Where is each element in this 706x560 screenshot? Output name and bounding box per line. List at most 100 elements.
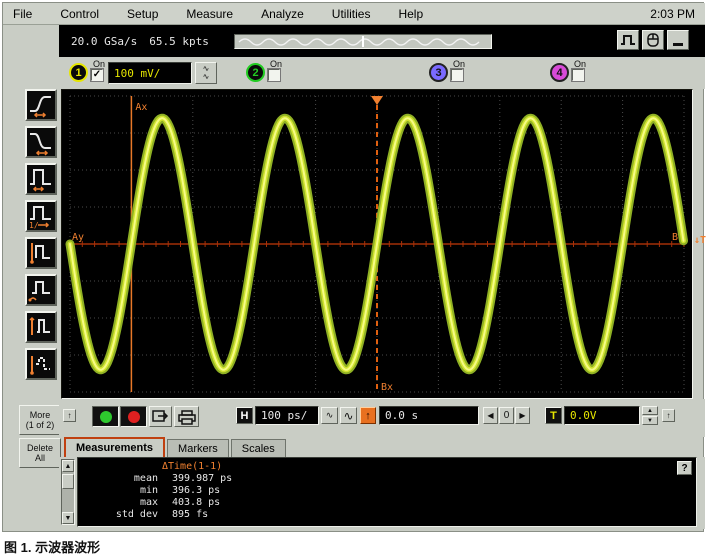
memory-preview-bar[interactable]	[234, 34, 492, 49]
printer-icon	[177, 409, 197, 425]
nudge-zero-button[interactable]: 0	[499, 407, 514, 424]
channel-3-button[interactable]: 3	[429, 63, 448, 82]
stat-value: 396.3 ps	[172, 485, 232, 496]
stat-value: 403.8 ps	[172, 497, 232, 508]
channel-4-on-label: On	[574, 60, 586, 69]
channel-3-group: 3 On	[429, 60, 465, 82]
minimize-button[interactable]	[667, 30, 689, 50]
time-at-edge-icon	[27, 313, 55, 341]
delta-time-icon	[27, 350, 55, 378]
screen-copy-button[interactable]	[149, 406, 172, 427]
tab-markers[interactable]: Markers	[167, 439, 229, 457]
channel-2-button[interactable]: 2	[246, 63, 265, 82]
svg-text:1/: 1/	[29, 221, 39, 230]
collapse-left-button[interactable]: ↑	[63, 409, 76, 422]
level-up-button[interactable]: ▲	[642, 406, 658, 415]
zoom-out-wave-button[interactable]: ∿	[321, 407, 338, 424]
nudge-left-button[interactable]: ◀	[483, 407, 498, 424]
stop-button[interactable]	[120, 406, 147, 427]
mouse-pointer-button[interactable]	[642, 30, 664, 50]
sample-rate: 20.0 GSa/s	[71, 35, 137, 48]
menu-help[interactable]: Help	[398, 7, 423, 21]
menu-control[interactable]: Control	[60, 7, 99, 21]
trigger-position-button[interactable]: ↑	[360, 407, 376, 424]
stat-label: std dev	[78, 509, 158, 520]
period-button[interactable]	[25, 237, 57, 269]
svg-text:Bx: Bx	[381, 382, 393, 393]
help-button[interactable]: ?	[677, 461, 692, 475]
run-icon	[100, 411, 112, 423]
more-button-label: More	[30, 410, 51, 420]
menu-measure[interactable]: Measure	[186, 7, 233, 21]
channel-3-on-label: On	[453, 60, 465, 69]
channel-1-coupling-button[interactable]: ∿∿	[195, 62, 217, 84]
trigger-level-indicator[interactable]: ↓T	[694, 235, 706, 246]
collapse-right-button[interactable]: ↑	[662, 409, 675, 422]
measurements-panel: ▲ ▼ ΔTime(1-1) mean 399.987 ps min 396.3…	[59, 457, 705, 529]
delay-icon	[27, 276, 55, 304]
delta-time-button[interactable]	[25, 348, 57, 380]
clock: 2:03 PM	[650, 7, 695, 21]
menu-file[interactable]: File	[13, 7, 32, 21]
time-at-edge-button[interactable]	[25, 311, 57, 343]
menu-bar: File Control Setup Measure Analyze Utili…	[3, 3, 705, 25]
horizontal-button[interactable]: H	[236, 407, 253, 424]
pulse-mode-button[interactable]	[617, 30, 639, 50]
delete-all-label-1: Delete	[27, 443, 53, 453]
page: File Control Setup Measure Analyze Utili…	[0, 0, 706, 560]
print-button[interactable]	[174, 406, 199, 427]
run-button[interactable]	[92, 406, 119, 427]
scroll-thumb[interactable]	[62, 474, 74, 489]
timebase-field[interactable]: 100 ps/	[255, 406, 319, 425]
waveform-display[interactable]: AxAyBxB	[61, 89, 693, 399]
scroll-down-button[interactable]: ▼	[62, 512, 74, 524]
channel-4-button[interactable]: 4	[550, 63, 569, 82]
fall-time-button[interactable]	[25, 126, 57, 158]
channel-1-scale-field[interactable]: 100 mV/	[108, 62, 192, 84]
measurement-name: ΔTime(1-1)	[162, 461, 222, 472]
channel-1-button[interactable]: 1	[69, 63, 88, 82]
menu-analyze[interactable]: Analyze	[261, 7, 304, 21]
fall-time-icon	[27, 128, 55, 156]
delete-all-button[interactable]: Delete All	[19, 438, 61, 468]
pulse-width-icon	[27, 165, 55, 193]
level-down-button[interactable]: ▼	[642, 416, 658, 425]
menu-setup[interactable]: Setup	[127, 7, 158, 21]
menu-utilities[interactable]: Utilities	[332, 7, 371, 21]
tab-row: Measurements Markers Scales	[59, 437, 705, 457]
stat-value: 399.987 ps	[172, 473, 232, 484]
measurements-readout: ΔTime(1-1) mean 399.987 ps min 396.3 ps …	[77, 457, 697, 527]
svg-text:Ay: Ay	[72, 232, 84, 243]
tab-scales[interactable]: Scales	[231, 439, 286, 457]
memory-depth: 65.5 kpts	[149, 35, 209, 48]
channel-3-on-checkbox[interactable]	[451, 69, 463, 81]
rise-time-button[interactable]	[25, 89, 57, 121]
pulse-width-button[interactable]	[25, 163, 57, 195]
mouse-icon	[646, 32, 660, 48]
delay-button[interactable]	[25, 274, 57, 306]
trigger-level-field[interactable]: 0.0V	[564, 406, 640, 425]
measurements-scrollbar[interactable]: ▲ ▼	[61, 459, 75, 525]
more-button[interactable]: More (1 of 2)	[19, 405, 61, 435]
delete-all-label-2: All	[35, 453, 45, 463]
tab-measurements[interactable]: Measurements	[64, 437, 165, 457]
minimize-icon	[673, 43, 683, 46]
nudge-right-button[interactable]: ▶	[515, 407, 530, 424]
channel-bar: 1 On 100 mV/ ∿∿ 2 On 3 On	[59, 57, 705, 89]
memory-waveform-icon	[235, 35, 491, 48]
svg-text:B: B	[672, 232, 678, 243]
zoom-in-wave-button[interactable]: ∿	[340, 407, 357, 424]
scroll-up-button[interactable]: ▲	[62, 460, 74, 472]
channel-1-on-checkbox[interactable]	[91, 69, 103, 81]
stat-value: 895 fs	[172, 509, 232, 520]
status-bar: 20.0 GSa/s 65.5 kpts	[59, 25, 705, 57]
more-button-page: (1 of 2)	[26, 420, 55, 430]
channel-2-on-checkbox[interactable]	[268, 69, 280, 81]
trigger-button[interactable]: T	[545, 407, 562, 424]
channel-2-on-label: On	[270, 60, 282, 69]
channel-4-on-checkbox[interactable]	[572, 69, 584, 81]
rise-time-icon	[27, 91, 55, 119]
horizontal-trigger-bar: ↑ H 100 ps/	[59, 399, 705, 437]
frequency-button[interactable]: 1/	[25, 200, 57, 232]
trigger-delay-field[interactable]: 0.0 s	[379, 406, 479, 425]
